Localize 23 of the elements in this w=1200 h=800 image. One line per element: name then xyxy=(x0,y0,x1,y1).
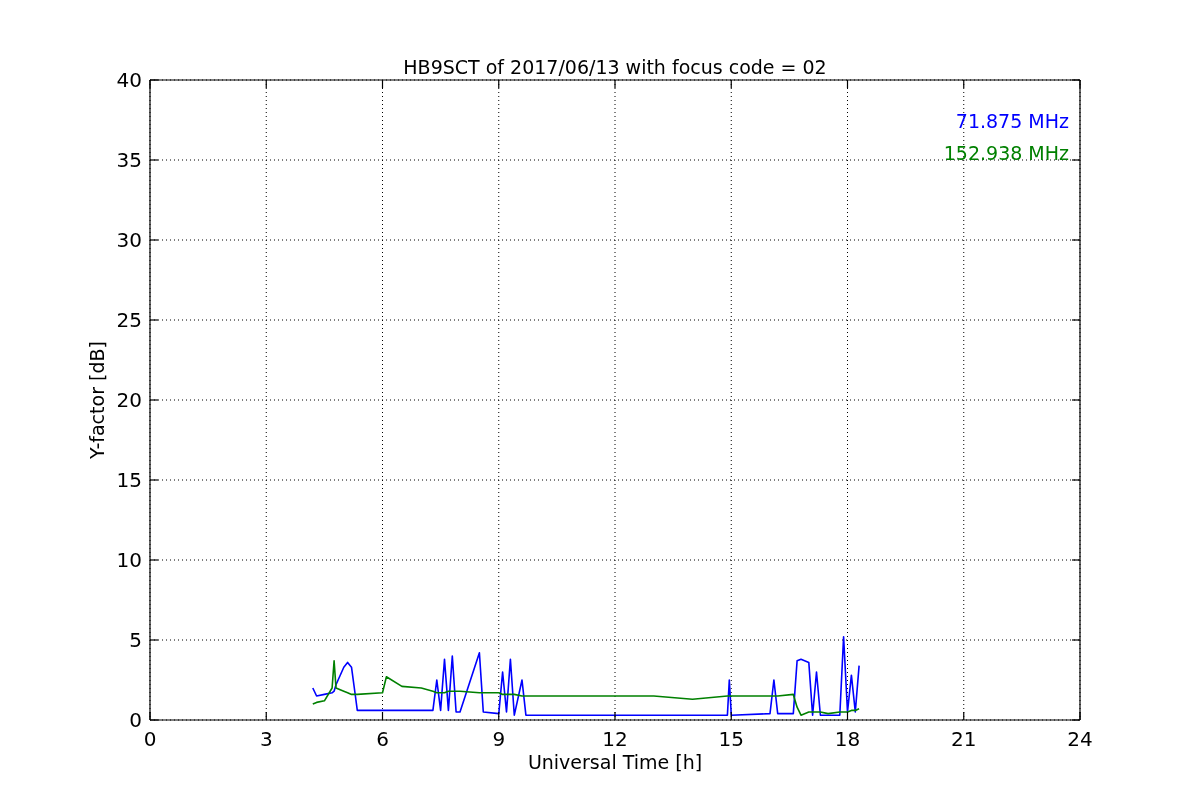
tick-label: 0 xyxy=(143,727,157,751)
tick-label: 30 xyxy=(116,228,142,252)
tick-label: 3 xyxy=(259,727,273,751)
x-axis-label: Universal Time [h] xyxy=(527,751,703,773)
tick-label: 21 xyxy=(951,727,977,751)
tick-label: 18 xyxy=(834,727,861,751)
y-axis-label: Y-factor [dB] xyxy=(86,341,108,459)
tick-label: 6 xyxy=(376,727,389,751)
legend-label: 71.875 MHz xyxy=(955,110,1069,132)
tick-label: 10 xyxy=(116,548,142,572)
tick-label: 12 xyxy=(602,727,628,751)
tick-label: 20 xyxy=(116,388,142,412)
tick-label: 9 xyxy=(492,727,506,751)
tick-label: 5 xyxy=(129,628,142,652)
tick-label: 15 xyxy=(718,727,744,751)
legend-label: 152.938 MHz xyxy=(943,142,1069,164)
tick-label: 0 xyxy=(129,708,142,732)
tick-label: 35 xyxy=(116,148,142,172)
tick-label: 25 xyxy=(116,308,142,332)
tick-label: 15 xyxy=(116,468,142,492)
tick-label: 24 xyxy=(1067,727,1093,751)
tick-label: 40 xyxy=(116,68,142,92)
chart-title: HB9SCT of 2017/06/13 with focus code = 02 xyxy=(403,56,827,78)
